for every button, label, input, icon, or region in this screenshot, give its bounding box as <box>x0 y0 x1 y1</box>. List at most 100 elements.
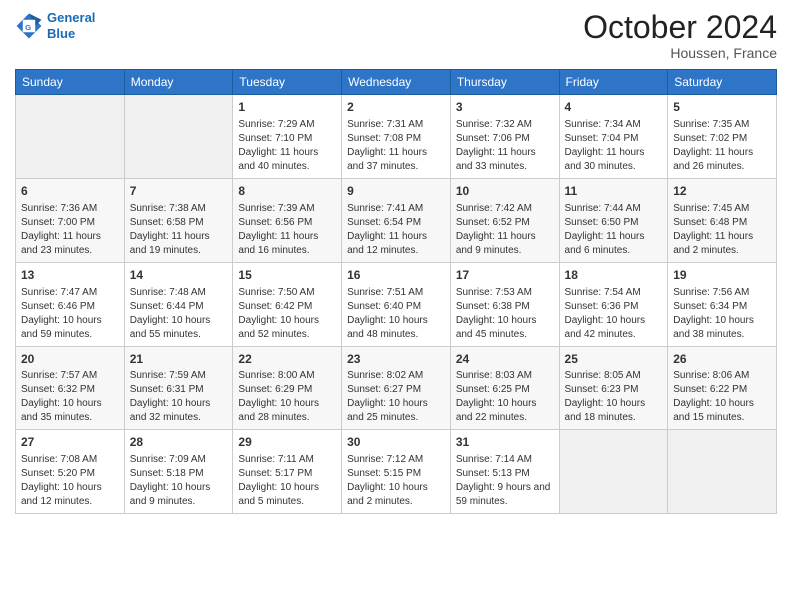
day-number: 20 <box>21 351 119 368</box>
month-title: October 2024 <box>583 10 777 45</box>
sunset-text: Sunset: 5:20 PM <box>21 467 119 481</box>
weekday-header-row: SundayMondayTuesdayWednesdayThursdayFrid… <box>16 70 777 95</box>
calendar-cell <box>668 430 777 514</box>
daylight-text: Daylight: 10 hours and 25 minutes. <box>347 397 445 425</box>
day-number: 16 <box>347 267 445 284</box>
sunset-text: Sunset: 5:18 PM <box>130 467 228 481</box>
day-number: 2 <box>347 99 445 116</box>
calendar-cell <box>559 430 668 514</box>
weekday-header-sunday: Sunday <box>16 70 125 95</box>
sunrise-text: Sunrise: 7:32 AM <box>456 118 554 132</box>
daylight-text: Daylight: 11 hours and 30 minutes. <box>565 146 663 174</box>
daylight-text: Daylight: 11 hours and 19 minutes. <box>130 230 228 258</box>
day-number: 12 <box>673 183 771 200</box>
sunset-text: Sunset: 6:22 PM <box>673 383 771 397</box>
logo: G General Blue <box>15 10 95 41</box>
sunrise-text: Sunrise: 7:14 AM <box>456 453 554 467</box>
calendar-cell: 4 Sunrise: 7:34 AMSunset: 7:04 PMDaylight… <box>559 95 668 179</box>
daylight-text: Daylight: 9 hours and 59 minutes. <box>456 481 554 509</box>
sunset-text: Sunset: 6:27 PM <box>347 383 445 397</box>
sunrise-text: Sunrise: 7:44 AM <box>565 202 663 216</box>
title-section: October 2024 Houssen, France <box>583 10 777 61</box>
logo-line1: General <box>47 10 95 25</box>
sunrise-text: Sunrise: 7:34 AM <box>565 118 663 132</box>
sunset-text: Sunset: 6:46 PM <box>21 300 119 314</box>
sunrise-text: Sunrise: 7:50 AM <box>238 286 336 300</box>
daylight-text: Daylight: 10 hours and 2 minutes. <box>347 481 445 509</box>
weekday-header-monday: Monday <box>124 70 233 95</box>
calendar-week-row: 1Sunrise: 7:29 AMSunset: 7:10 PMDaylight… <box>16 95 777 179</box>
sunrise-text: Sunrise: 7:12 AM <box>347 453 445 467</box>
sunset-text: Sunset: 6:40 PM <box>347 300 445 314</box>
calendar-cell: 24Sunrise: 8:03 AMSunset: 6:25 PMDayligh… <box>450 346 559 430</box>
sunrise-text: Sunrise: 7:59 AM <box>130 369 228 383</box>
day-number: 26 <box>673 351 771 368</box>
day-number: 4 <box>565 99 663 116</box>
sunset-text: Sunset: 6:48 PM <box>673 216 771 230</box>
day-number: 5 <box>673 99 771 116</box>
day-number: 24 <box>456 351 554 368</box>
calendar-cell: 19Sunrise: 7:56 AMSunset: 6:34 PMDayligh… <box>668 262 777 346</box>
day-number: 13 <box>21 267 119 284</box>
calendar-cell: 12Sunrise: 7:45 AMSunset: 6:48 PMDayligh… <box>668 178 777 262</box>
daylight-text: Daylight: 11 hours and 9 minutes. <box>456 230 554 258</box>
daylight-text: Daylight: 10 hours and 35 minutes. <box>21 397 119 425</box>
calendar-cell: 30Sunrise: 7:12 AMSunset: 5:15 PMDayligh… <box>342 430 451 514</box>
sunset-text: Sunset: 7:02 PM <box>673 132 771 146</box>
day-number: 8 <box>238 183 336 200</box>
daylight-text: Daylight: 10 hours and 12 minutes. <box>21 481 119 509</box>
daylight-text: Daylight: 10 hours and 32 minutes. <box>130 397 228 425</box>
day-number: 29 <box>238 434 336 451</box>
calendar-cell: 26Sunrise: 8:06 AMSunset: 6:22 PMDayligh… <box>668 346 777 430</box>
day-number: 23 <box>347 351 445 368</box>
calendar-cell: 2 Sunrise: 7:31 AMSunset: 7:08 PMDaylight… <box>342 95 451 179</box>
weekday-header-friday: Friday <box>559 70 668 95</box>
day-number: 6 <box>21 183 119 200</box>
sunrise-text: Sunrise: 7:45 AM <box>673 202 771 216</box>
sunrise-text: Sunrise: 8:00 AM <box>238 369 336 383</box>
calendar-table: SundayMondayTuesdayWednesdayThursdayFrid… <box>15 69 777 514</box>
day-number: 30 <box>347 434 445 451</box>
day-number: 10 <box>456 183 554 200</box>
daylight-text: Daylight: 11 hours and 37 minutes. <box>347 146 445 174</box>
daylight-text: Daylight: 11 hours and 23 minutes. <box>21 230 119 258</box>
daylight-text: Daylight: 10 hours and 18 minutes. <box>565 397 663 425</box>
sunset-text: Sunset: 6:38 PM <box>456 300 554 314</box>
daylight-text: Daylight: 10 hours and 15 minutes. <box>673 397 771 425</box>
calendar-week-row: 13Sunrise: 7:47 AMSunset: 6:46 PMDayligh… <box>16 262 777 346</box>
day-number: 11 <box>565 183 663 200</box>
daylight-text: Daylight: 10 hours and 59 minutes. <box>21 314 119 342</box>
day-number: 7 <box>130 183 228 200</box>
daylight-text: Daylight: 10 hours and 28 minutes. <box>238 397 336 425</box>
calendar-cell <box>16 95 125 179</box>
calendar-cell: 14Sunrise: 7:48 AMSunset: 6:44 PMDayligh… <box>124 262 233 346</box>
calendar-cell: 22Sunrise: 8:00 AMSunset: 6:29 PMDayligh… <box>233 346 342 430</box>
day-number: 18 <box>565 267 663 284</box>
sunrise-text: Sunrise: 7:36 AM <box>21 202 119 216</box>
sunset-text: Sunset: 6:32 PM <box>21 383 119 397</box>
sunrise-text: Sunrise: 7:56 AM <box>673 286 771 300</box>
daylight-text: Daylight: 10 hours and 55 minutes. <box>130 314 228 342</box>
day-number: 9 <box>347 183 445 200</box>
day-number: 28 <box>130 434 228 451</box>
sunset-text: Sunset: 7:10 PM <box>238 132 336 146</box>
calendar-cell: 27Sunrise: 7:08 AMSunset: 5:20 PMDayligh… <box>16 430 125 514</box>
calendar-cell: 11Sunrise: 7:44 AMSunset: 6:50 PMDayligh… <box>559 178 668 262</box>
weekday-header-tuesday: Tuesday <box>233 70 342 95</box>
calendar-cell: 20Sunrise: 7:57 AMSunset: 6:32 PMDayligh… <box>16 346 125 430</box>
calendar-cell: 18Sunrise: 7:54 AMSunset: 6:36 PMDayligh… <box>559 262 668 346</box>
day-number: 3 <box>456 99 554 116</box>
svg-text:G: G <box>25 22 31 31</box>
sunrise-text: Sunrise: 7:31 AM <box>347 118 445 132</box>
sunrise-text: Sunrise: 8:05 AM <box>565 369 663 383</box>
sunset-text: Sunset: 6:25 PM <box>456 383 554 397</box>
daylight-text: Daylight: 10 hours and 9 minutes. <box>130 481 228 509</box>
sunset-text: Sunset: 7:08 PM <box>347 132 445 146</box>
sunset-text: Sunset: 7:04 PM <box>565 132 663 146</box>
weekday-header-wednesday: Wednesday <box>342 70 451 95</box>
sunrise-text: Sunrise: 7:42 AM <box>456 202 554 216</box>
day-number: 1 <box>238 99 336 116</box>
day-number: 27 <box>21 434 119 451</box>
daylight-text: Daylight: 11 hours and 33 minutes. <box>456 146 554 174</box>
day-number: 25 <box>565 351 663 368</box>
